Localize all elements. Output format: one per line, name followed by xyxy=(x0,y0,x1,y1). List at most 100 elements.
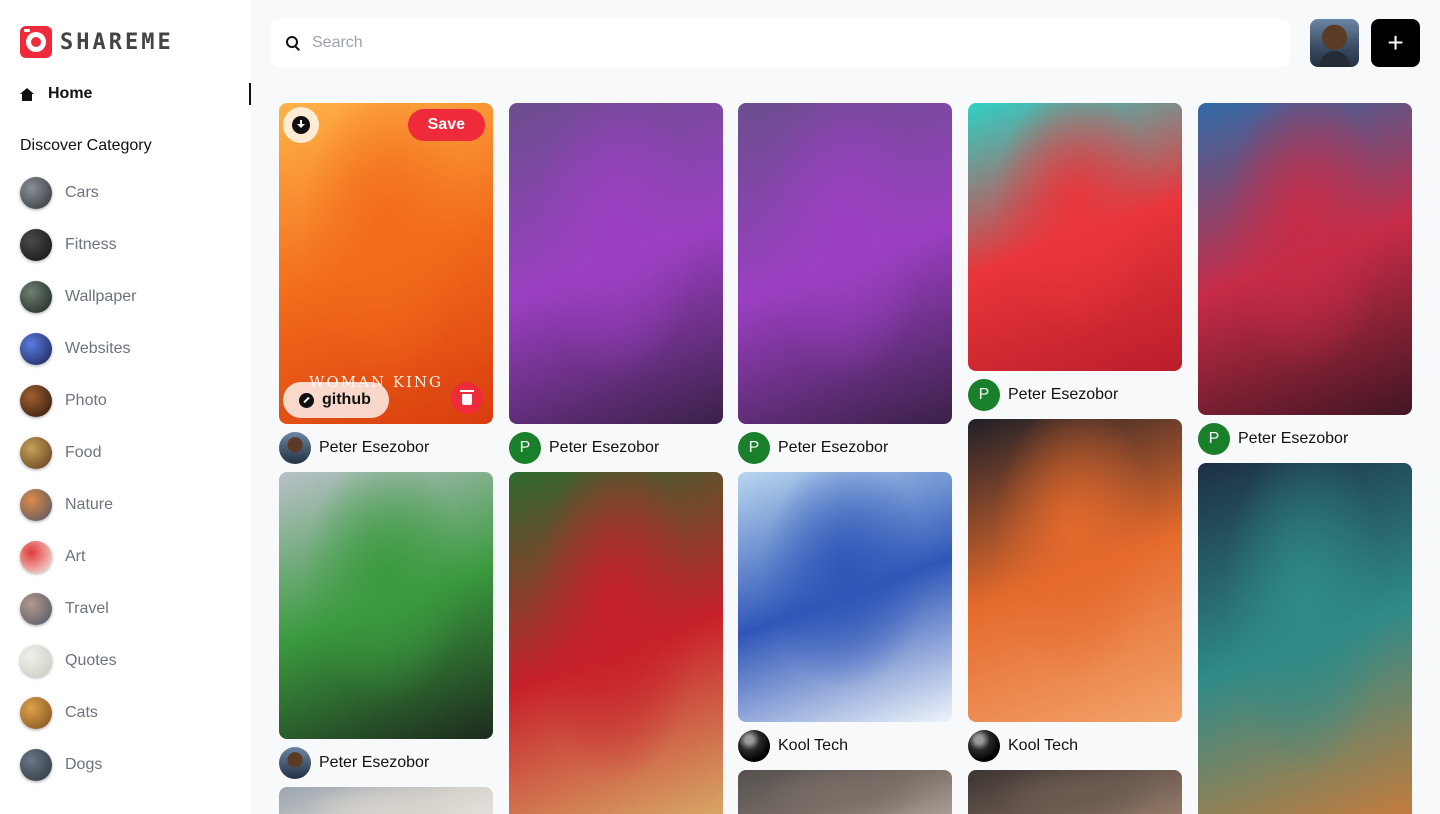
pin-image[interactable] xyxy=(738,770,952,814)
pin-author[interactable]: Kool Tech xyxy=(968,730,1182,762)
author-avatar xyxy=(738,730,770,762)
pin-card[interactable]: Kool Tech xyxy=(738,472,952,762)
author-name: Peter Esezobor xyxy=(319,439,430,456)
arrow-up-right-icon xyxy=(299,392,314,408)
pin-card[interactable] xyxy=(968,770,1182,814)
sidebar-item-cats[interactable]: Cats xyxy=(20,697,136,729)
sidebar-item-home[interactable]: Home xyxy=(20,83,251,105)
sidebar-item-food[interactable]: Food xyxy=(20,437,136,469)
pin-image[interactable] xyxy=(738,472,952,722)
pin-card[interactable]: P Peter Esezobor xyxy=(738,103,952,464)
category-thumbnail xyxy=(20,177,52,209)
camera-icon xyxy=(20,26,52,58)
sidebar-item-quotes[interactable]: Quotes xyxy=(20,645,136,677)
sidebar-item-fitness[interactable]: Fitness xyxy=(20,229,136,261)
pin-card[interactable]: Kool Tech xyxy=(968,419,1182,762)
discover-category-heading: Discover Category xyxy=(20,137,152,154)
sidebar-item-label: Dogs xyxy=(65,756,103,773)
category-thumbnail xyxy=(20,541,52,573)
category-thumbnail xyxy=(20,593,52,625)
author-avatar xyxy=(279,747,311,779)
save-button[interactable]: Save xyxy=(407,109,485,141)
category-thumbnail xyxy=(20,437,52,469)
sidebar-item-dogs[interactable]: Dogs xyxy=(20,749,136,781)
pin-author[interactable]: Peter Esezobor xyxy=(279,432,493,464)
pin-image[interactable] xyxy=(509,103,723,424)
sidebar-item-label: Photo xyxy=(65,392,107,409)
pin-card[interactable]: P Peter Esezobor xyxy=(968,103,1182,411)
author-avatar: P xyxy=(1198,423,1230,455)
pin-image[interactable] xyxy=(738,103,952,424)
sidebar-item-travel[interactable]: Travel xyxy=(20,593,136,625)
category-thumbnail xyxy=(20,385,52,417)
pin-card[interactable]: P Peter Esezobor xyxy=(1198,103,1412,455)
pin-author[interactable]: P Peter Esezobor xyxy=(509,432,723,464)
delete-button[interactable] xyxy=(451,382,483,414)
pin-image[interactable] xyxy=(968,103,1182,371)
pin-image[interactable] xyxy=(279,787,493,814)
sidebar-item-wallpaper[interactable]: Wallpaper xyxy=(20,281,136,313)
pin-image[interactable] xyxy=(968,770,1182,814)
author-avatar xyxy=(968,730,1000,762)
author-avatar: P xyxy=(509,432,541,464)
sidebar-item-websites[interactable]: Websites xyxy=(20,333,136,365)
pin-image[interactable] xyxy=(1198,103,1412,415)
author-name: Peter Esezobor xyxy=(1008,386,1119,403)
sidebar-item-art[interactable]: Art xyxy=(20,541,136,573)
pin-card[interactable] xyxy=(738,770,952,814)
sidebar-item-label: Cats xyxy=(65,704,98,721)
category-thumbnail xyxy=(20,749,52,781)
pin-author[interactable]: P Peter Esezobor xyxy=(738,432,952,464)
pin-author[interactable]: P Peter Esezobor xyxy=(1198,423,1412,455)
pin-card[interactable]: WOMAN KINGSavegithubPeter Esezobor xyxy=(279,103,493,464)
active-indicator xyxy=(249,83,251,105)
pin-image[interactable] xyxy=(509,472,723,814)
pin-card[interactable]: P Peter Esezobor xyxy=(509,103,723,464)
category-list: Cars Fitness Wallpaper Websites Photo Food Nat… xyxy=(20,177,136,801)
sidebar-item-label: Nature xyxy=(65,496,114,513)
category-thumbnail xyxy=(20,489,52,521)
user-avatar[interactable] xyxy=(1310,19,1359,67)
pin-author[interactable]: Peter Esezobor xyxy=(279,747,493,779)
pin-author[interactable]: Kool Tech xyxy=(738,730,952,762)
pin-image[interactable] xyxy=(1198,463,1412,814)
pin-image[interactable]: WOMAN KINGSavegithub xyxy=(279,103,493,424)
app-logo[interactable]: SHAREME xyxy=(20,26,174,58)
author-avatar xyxy=(279,432,311,464)
home-icon xyxy=(20,87,34,101)
sidebar-item-photo[interactable]: Photo xyxy=(20,385,136,417)
pin-image[interactable] xyxy=(279,472,493,739)
sidebar: SHAREME Home Discover Category Cars Fitne… xyxy=(0,0,251,814)
pin-card[interactable] xyxy=(509,472,723,814)
sidebar-item-cars[interactable]: Cars xyxy=(20,177,136,209)
sidebar-item-label: Home xyxy=(48,85,93,102)
sidebar-item-label: Cars xyxy=(65,184,99,201)
author-name: Peter Esezobor xyxy=(549,439,660,456)
trash-icon xyxy=(460,390,474,405)
pin-card[interactable]: Peter Esezobor xyxy=(279,472,493,779)
create-pin-button[interactable]: + xyxy=(1371,19,1420,67)
author-avatar: P xyxy=(968,379,1000,411)
sidebar-item-label: Wallpaper xyxy=(65,288,137,305)
sidebar-item-label: Quotes xyxy=(65,652,117,669)
search-icon xyxy=(286,36,300,50)
search-bar[interactable] xyxy=(271,19,1290,67)
pin-card[interactable] xyxy=(279,787,493,814)
download-button[interactable] xyxy=(283,107,319,143)
category-thumbnail xyxy=(20,645,52,677)
download-icon xyxy=(292,116,310,134)
author-name: Kool Tech xyxy=(778,737,848,754)
app-name: SHAREME xyxy=(60,29,174,55)
category-thumbnail xyxy=(20,697,52,729)
pin-card[interactable] xyxy=(1198,463,1412,814)
sidebar-item-label: Food xyxy=(65,444,102,461)
category-thumbnail xyxy=(20,281,52,313)
category-thumbnail xyxy=(20,333,52,365)
pin-image[interactable] xyxy=(968,419,1182,722)
author-name: Peter Esezobor xyxy=(778,439,889,456)
destination-link[interactable]: github xyxy=(283,382,389,418)
pin-author[interactable]: P Peter Esezobor xyxy=(968,379,1182,411)
search-input[interactable] xyxy=(312,34,1212,52)
sidebar-item-label: Art xyxy=(65,548,86,565)
sidebar-item-nature[interactable]: Nature xyxy=(20,489,136,521)
